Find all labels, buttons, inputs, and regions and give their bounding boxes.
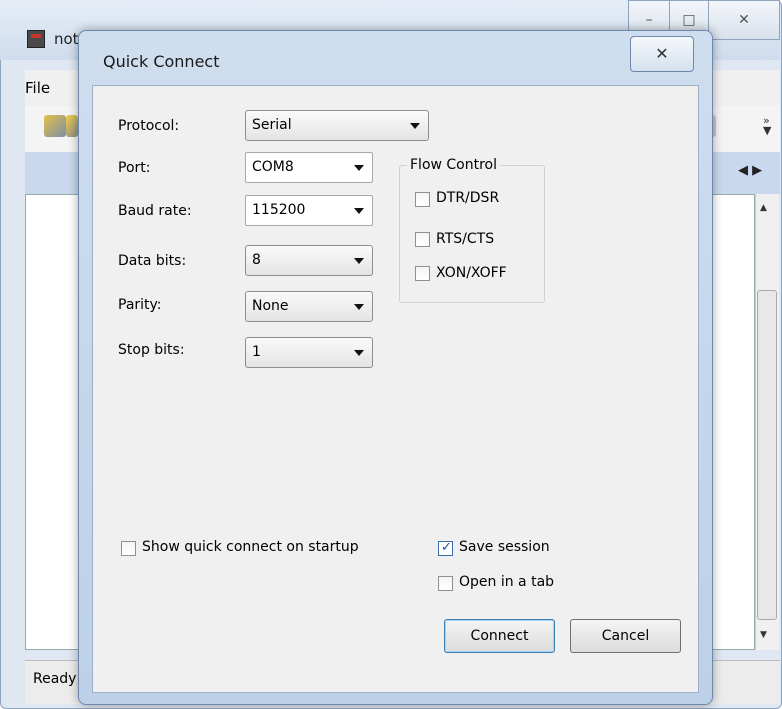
port-select[interactable]: COM8 (245, 152, 373, 183)
save-session-label: Save session (459, 539, 550, 555)
quick-connect-icon[interactable] (66, 115, 78, 137)
scroll-up-icon[interactable]: ▲ (760, 203, 767, 213)
show-on-startup-label: Show quick connect on startup (142, 539, 359, 555)
open-in-tab-checkbox[interactable] (438, 576, 453, 591)
xon-xoff-label: XON/XOFF (436, 265, 507, 281)
parity-select[interactable]: None (245, 291, 373, 322)
stop-bits-label: Stop bits: (118, 342, 185, 358)
port-value: COM8 (252, 159, 294, 175)
show-on-startup-checkbox[interactable] (121, 541, 136, 556)
rts-cts-checkbox[interactable] (415, 232, 430, 247)
menu-file[interactable]: File (25, 79, 50, 97)
chevron-down-icon (354, 208, 364, 214)
parity-value: None (252, 298, 289, 314)
data-bits-select[interactable]: 8 (245, 245, 373, 276)
connect-icon[interactable] (44, 115, 66, 137)
toolbar-overflow-icon[interactable]: » ▼ (763, 115, 771, 136)
open-in-tab-label: Open in a tab (459, 574, 555, 590)
dialog-body (92, 85, 699, 693)
dtr-dsr-label: DTR/DSR (436, 190, 500, 206)
main-close-button[interactable]: ✕ (708, 0, 780, 40)
protocol-select[interactable]: Serial (245, 110, 429, 141)
main-window-title: not (54, 30, 79, 48)
chevron-down-icon (354, 258, 364, 264)
baud-rate-label: Baud rate: (118, 203, 192, 219)
status-text: Ready (33, 671, 77, 687)
scroll-down-icon[interactable]: ▼ (760, 630, 767, 640)
baud-rate-value: 115200 (252, 202, 306, 218)
dialog-close-button[interactable]: ✕ (630, 36, 694, 72)
connect-button[interactable]: Connect (444, 619, 555, 653)
chevron-down-icon (354, 304, 364, 310)
app-icon (27, 30, 45, 48)
baud-rate-select[interactable]: 115200 (245, 195, 373, 226)
protocol-value: Serial (252, 117, 292, 133)
stop-bits-value: 1 (252, 344, 261, 360)
stop-bits-select[interactable]: 1 (245, 337, 373, 368)
chevron-down-icon (354, 350, 364, 356)
parity-label: Parity: (118, 297, 162, 313)
data-bits-value: 8 (252, 252, 261, 268)
protocol-label: Protocol: (118, 118, 180, 134)
rts-cts-label: RTS/CTS (436, 231, 495, 247)
scrollbar-thumb[interactable] (757, 290, 777, 620)
port-label: Port: (118, 160, 151, 176)
save-session-checkbox[interactable] (438, 540, 453, 556)
chevron-down-icon (410, 123, 420, 129)
data-bits-label: Data bits: (118, 253, 187, 269)
xon-xoff-checkbox[interactable] (415, 266, 430, 281)
dtr-dsr-checkbox[interactable] (415, 192, 430, 207)
tab-scroll-arrows-icon[interactable]: ◀ ▶ (738, 163, 762, 178)
chevron-down-icon (354, 165, 364, 171)
cancel-button[interactable]: Cancel (570, 619, 681, 653)
dialog-title: Quick Connect (103, 52, 220, 71)
flow-control-legend: Flow Control (407, 157, 501, 173)
